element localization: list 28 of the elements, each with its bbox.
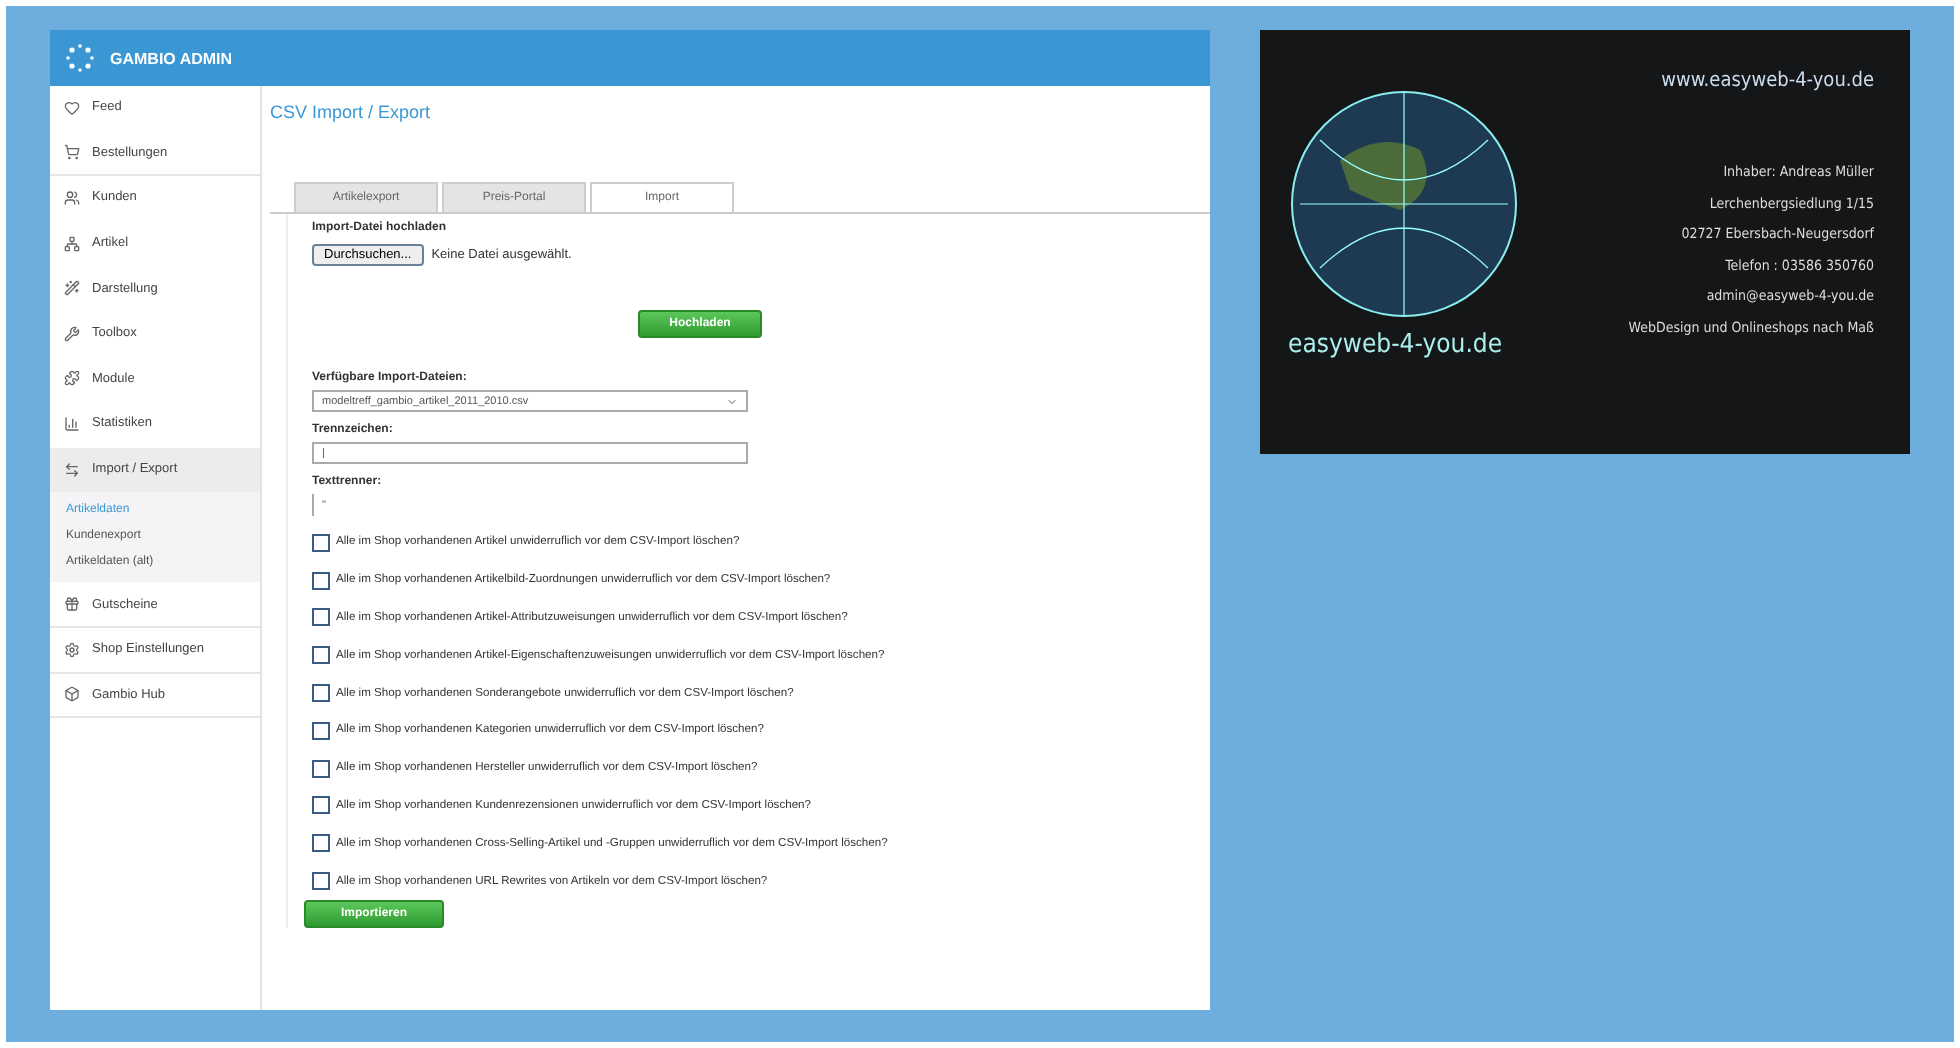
checkbox[interactable] <box>312 608 330 627</box>
checkbox[interactable] <box>312 533 330 552</box>
arrows-icon <box>64 461 80 478</box>
bar-chart-icon <box>64 415 80 432</box>
gift-icon <box>64 596 80 613</box>
box-icon <box>64 686 80 703</box>
checkbox[interactable] <box>312 684 330 703</box>
wand-icon <box>64 280 80 297</box>
caret-icon <box>726 395 738 407</box>
checkbox[interactable] <box>312 646 330 665</box>
checkbox[interactable] <box>312 834 330 853</box>
checkbox[interactable] <box>312 796 330 815</box>
settings-icon <box>64 641 80 658</box>
wrench-icon <box>64 325 80 342</box>
website-url: www.easyweb-4-you.de <box>1661 70 1874 92</box>
checkbox[interactable] <box>312 721 330 740</box>
sitemap-icon <box>64 235 80 252</box>
checkbox[interactable] <box>312 872 330 891</box>
page-title: CSV Import / Export <box>270 102 433 126</box>
puzzle-icon <box>64 370 80 387</box>
brand-name: easyweb-4-you.de <box>1288 330 1503 360</box>
heart-icon <box>64 99 80 116</box>
checkbox[interactable] <box>312 571 330 590</box>
users-icon <box>64 189 80 206</box>
checkbox[interactable] <box>312 759 330 778</box>
logo-icon <box>66 44 94 72</box>
cart-icon <box>64 144 80 161</box>
app-title: GAMBIO ADMIN <box>110 49 233 67</box>
